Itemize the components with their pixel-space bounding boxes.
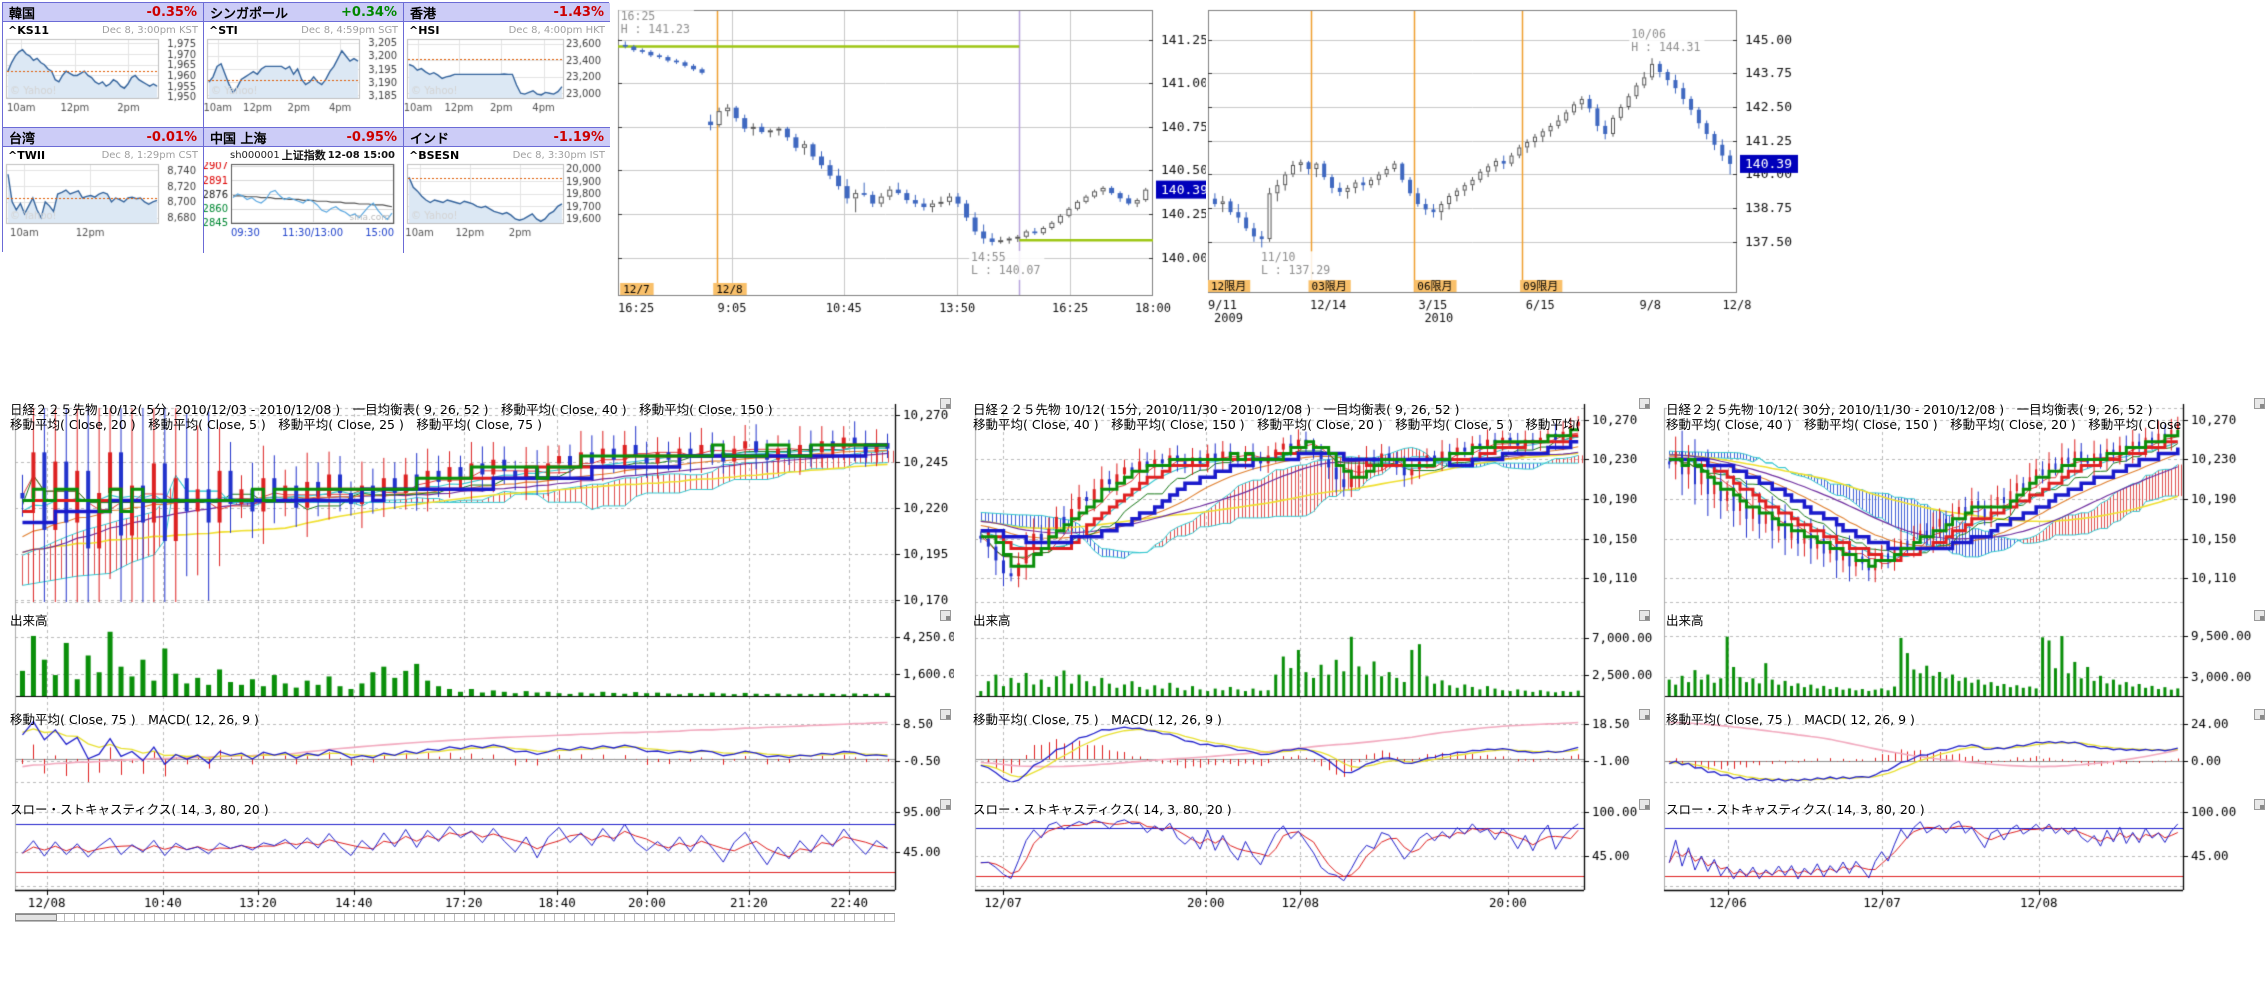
scrollbar-thumb[interactable] bbox=[15, 914, 57, 921]
market-panel-taiwan[interactable]: 台湾 -0.01% ^TWII Dec 8, 1:29pm CST bbox=[3, 128, 204, 253]
panel-resize-icon[interactable] bbox=[940, 799, 951, 810]
panel-resize-icon[interactable] bbox=[1639, 610, 1650, 621]
panel-resize-icon[interactable] bbox=[940, 398, 951, 409]
symbol-label: ^STI bbox=[209, 24, 238, 37]
market-header: インド -1.19% bbox=[404, 128, 610, 147]
market-name: インド bbox=[410, 128, 449, 147]
market-change: -1.19% bbox=[554, 130, 605, 145]
panel-resize-icon[interactable] bbox=[2254, 799, 2265, 810]
timestamp-label: Dec 8, 3:30pm IST bbox=[513, 150, 605, 161]
market-header: 台湾 -0.01% bbox=[3, 128, 203, 147]
stochastics-panel-label: スロー・ストキャスティクス( 14, 3, 80, 20 ) bbox=[10, 799, 269, 818]
market-panel-hongkong[interactable]: 香港 -1.43% ^HSI Dec 8, 4:00pm HKT bbox=[404, 3, 610, 128]
asian-markets-grid: 韓国 -0.35% ^KS11 Dec 8, 3:00pm KST シンガポール… bbox=[2, 2, 609, 252]
mini-chart-canvas-shanghai bbox=[204, 162, 400, 250]
panel-resize-icon[interactable] bbox=[1639, 709, 1650, 720]
chart-title-line2: 移動平均( Close, 40 ) 移動平均( Close, 150 ) 移動平… bbox=[1666, 414, 2181, 433]
market-change: -1.43% bbox=[554, 5, 605, 20]
technical-chart-5min: 日経２２５先物 10/12( 5分, 2010/12/03 - 2010/12/… bbox=[2, 398, 954, 922]
market-name: 香港 bbox=[410, 3, 436, 22]
stochastics-panel-label: スロー・ストキャスティクス( 14, 3, 80, 20 ) bbox=[1666, 799, 1925, 818]
timestamp-label: Dec 8, 4:59pm SGT bbox=[301, 25, 398, 36]
trading-dashboard: 韓国 -0.35% ^KS11 Dec 8, 3:00pm KST シンガポール… bbox=[0, 0, 2268, 1004]
symbol-row: sh000001 上证指数 12-08 15:00 bbox=[204, 147, 403, 162]
panel-resize-icon[interactable] bbox=[940, 709, 951, 720]
volume-panel-label: 出来高 bbox=[1666, 610, 1704, 629]
index-name-label: 上证指数 bbox=[282, 147, 326, 163]
timestamp-label: Dec 8, 3:00pm KST bbox=[102, 25, 198, 36]
intraday-chart-canvas bbox=[616, 2, 1216, 324]
macd-panel-label: 移動平均( Close, 75 ) MACD( 12, 26, 9 ) bbox=[1666, 709, 1915, 728]
market-panel-shanghai[interactable]: 中国 上海 -0.95% sh000001 上证指数 12-08 15:00 bbox=[204, 128, 404, 253]
symbol-row: ^BSESN Dec 8, 3:30pm IST bbox=[404, 147, 610, 162]
market-panel-korea[interactable]: 韓国 -0.35% ^KS11 Dec 8, 3:00pm KST bbox=[3, 3, 204, 128]
timestamp-label: 12-08 15:00 bbox=[328, 150, 395, 161]
market-panel-singapore[interactable]: シンガポール +0.34% ^STI Dec 8, 4:59pm SGT bbox=[204, 3, 404, 128]
mini-chart-canvas-taiwan bbox=[3, 162, 199, 250]
history-chart-canvas bbox=[1206, 2, 1806, 336]
panel-resize-icon[interactable] bbox=[2254, 709, 2265, 720]
symbol-row: ^TWII Dec 8, 1:29pm CST bbox=[3, 147, 203, 162]
macd-panel-label: 移動平均( Close, 75 ) MACD( 12, 26, 9 ) bbox=[10, 709, 259, 728]
symbol-label: ^TWII bbox=[8, 149, 45, 162]
time-scrollbar[interactable] bbox=[15, 913, 895, 922]
market-change: -0.35% bbox=[147, 5, 198, 20]
volume-panel-label: 出来高 bbox=[973, 610, 1011, 629]
technical-chart-canvas-15min bbox=[965, 398, 1653, 922]
technical-chart-canvas-5min bbox=[2, 398, 954, 922]
mini-chart-canvas-singapore bbox=[204, 37, 400, 125]
market-header: 中国 上海 -0.95% bbox=[204, 128, 403, 147]
macd-panel-label: 移動平均( Close, 75 ) MACD( 12, 26, 9 ) bbox=[973, 709, 1222, 728]
volume-panel-label: 出来高 bbox=[10, 610, 48, 629]
symbol-label: ^HSI bbox=[409, 24, 439, 37]
mini-chart-canvas-hongkong bbox=[404, 37, 604, 125]
contract-history-candle-chart bbox=[1206, 2, 1806, 336]
market-change: -0.95% bbox=[347, 130, 398, 145]
mini-chart-canvas-india bbox=[404, 162, 604, 250]
symbol-row: ^KS11 Dec 8, 3:00pm KST bbox=[3, 22, 203, 37]
market-name: 台湾 bbox=[9, 128, 35, 147]
panel-resize-icon[interactable] bbox=[940, 610, 951, 621]
technical-chart-30min: 日経２２５先物 10/12( 30分, 2010/11/30 - 2010/12… bbox=[1658, 398, 2268, 922]
chart-title-line2: 移動平均( Close, 20 ) 移動平均( Close, 5 ) 移動平均(… bbox=[10, 414, 542, 433]
mini-chart-canvas-korea bbox=[3, 37, 199, 125]
panel-resize-icon[interactable] bbox=[2254, 398, 2265, 409]
market-change: -0.01% bbox=[147, 130, 198, 145]
market-header: シンガポール +0.34% bbox=[204, 3, 403, 22]
timestamp-label: Dec 8, 4:00pm HKT bbox=[509, 25, 605, 36]
market-change: +0.34% bbox=[341, 5, 397, 20]
technical-chart-15min: 日経２２５先物 10/12( 15分, 2010/11/30 - 2010/12… bbox=[965, 398, 1653, 922]
intraday-candle-chart bbox=[616, 2, 1216, 324]
chart-title-line2: 移動平均( Close, 40 ) 移動平均( Close, 150 ) 移動平… bbox=[973, 414, 1582, 433]
timestamp-label: Dec 8, 1:29pm CST bbox=[102, 150, 198, 161]
market-name: 韓国 bbox=[9, 3, 35, 22]
market-name: シンガポール bbox=[210, 3, 288, 22]
symbol-row: ^HSI Dec 8, 4:00pm HKT bbox=[404, 22, 610, 37]
panel-resize-icon[interactable] bbox=[1639, 799, 1650, 810]
market-header: 香港 -1.43% bbox=[404, 3, 610, 22]
panel-resize-icon[interactable] bbox=[2254, 610, 2265, 621]
symbol-label: ^BSESN bbox=[409, 149, 459, 162]
symbol-label: ^KS11 bbox=[8, 24, 49, 37]
symbol-row: ^STI Dec 8, 4:59pm SGT bbox=[204, 22, 403, 37]
panel-resize-icon[interactable] bbox=[1639, 398, 1650, 409]
market-panel-india[interactable]: インド -1.19% ^BSESN Dec 8, 3:30pm IST bbox=[404, 128, 610, 253]
symbol-label: sh000001 bbox=[230, 150, 280, 161]
market-header: 韓国 -0.35% bbox=[3, 3, 203, 22]
market-name: 中国 上海 bbox=[210, 128, 267, 147]
stochastics-panel-label: スロー・ストキャスティクス( 14, 3, 80, 20 ) bbox=[973, 799, 1232, 818]
technical-chart-canvas-30min bbox=[1658, 398, 2268, 922]
